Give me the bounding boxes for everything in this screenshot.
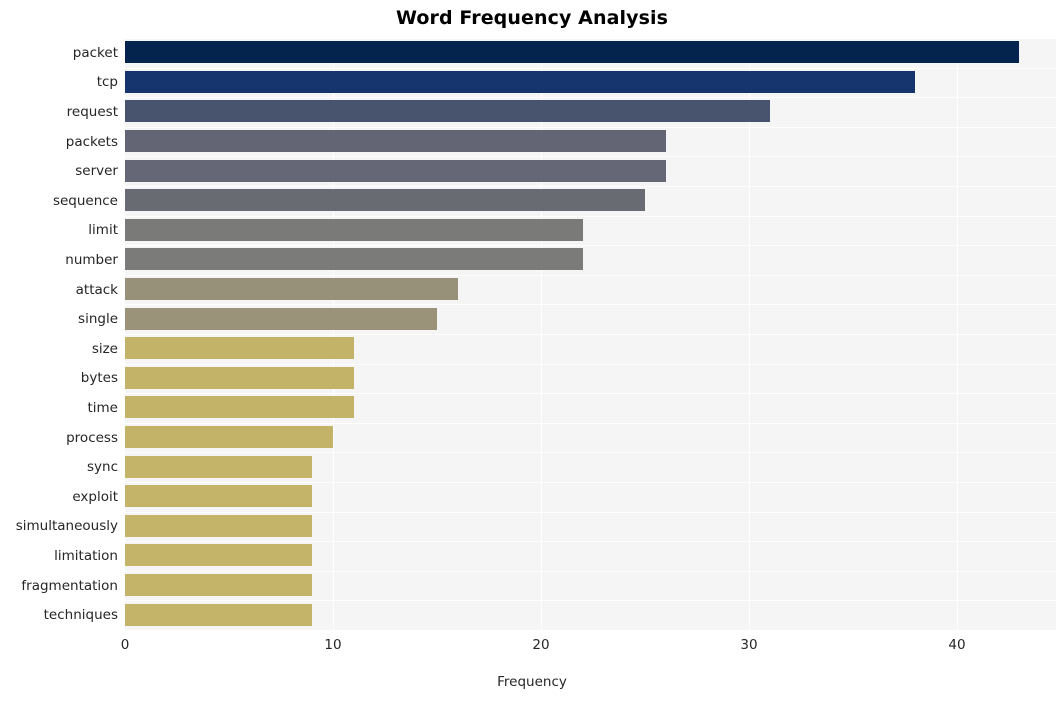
y-tick-label: process — [66, 429, 118, 446]
y-tick-label: limitation — [54, 548, 118, 564]
y-tick-label: sequence — [52, 192, 118, 209]
x-tick-label: 20 — [532, 637, 550, 653]
y-tick-label: packets — [65, 133, 118, 150]
chart-figure: Word Frequency Analysis packet tcp request… — [0, 0, 1064, 701]
y-tick-label: attack — [75, 281, 118, 298]
horizontal-gridline — [125, 630, 1056, 631]
x-axis-title: Frequency — [497, 674, 567, 690]
y-tick-label: time — [87, 400, 118, 416]
y-tick-label: tcp — [96, 74, 118, 91]
y-tick-label: sync — [86, 459, 118, 476]
y-axis-tick-labels: packet tcp request packets server sequence lim… — [16, 38, 1056, 630]
y-tick-label: limit — [88, 222, 118, 239]
y-tick-label: packet — [72, 44, 118, 61]
x-tick-label: 40 — [948, 637, 966, 653]
x-tick-label: 0 — [120, 637, 130, 653]
y-tick-label: single — [78, 311, 118, 328]
x-tick-label: 30 — [740, 637, 758, 653]
chart-title: Word Frequency Analysis — [395, 7, 669, 29]
y-tick-label: exploit — [72, 488, 118, 505]
x-tick-label: 10 — [324, 637, 342, 653]
y-tick-label: bytes — [80, 370, 118, 387]
y-tick-label: size — [91, 340, 118, 357]
y-tick-label: techniques — [43, 607, 118, 624]
y-tick-label: request — [66, 104, 118, 120]
y-tick-label: server — [75, 163, 118, 180]
y-tick-label: fragmentation — [21, 577, 118, 594]
y-tick-label: number — [65, 252, 118, 268]
y-tick-label: simultaneously — [15, 518, 118, 535]
